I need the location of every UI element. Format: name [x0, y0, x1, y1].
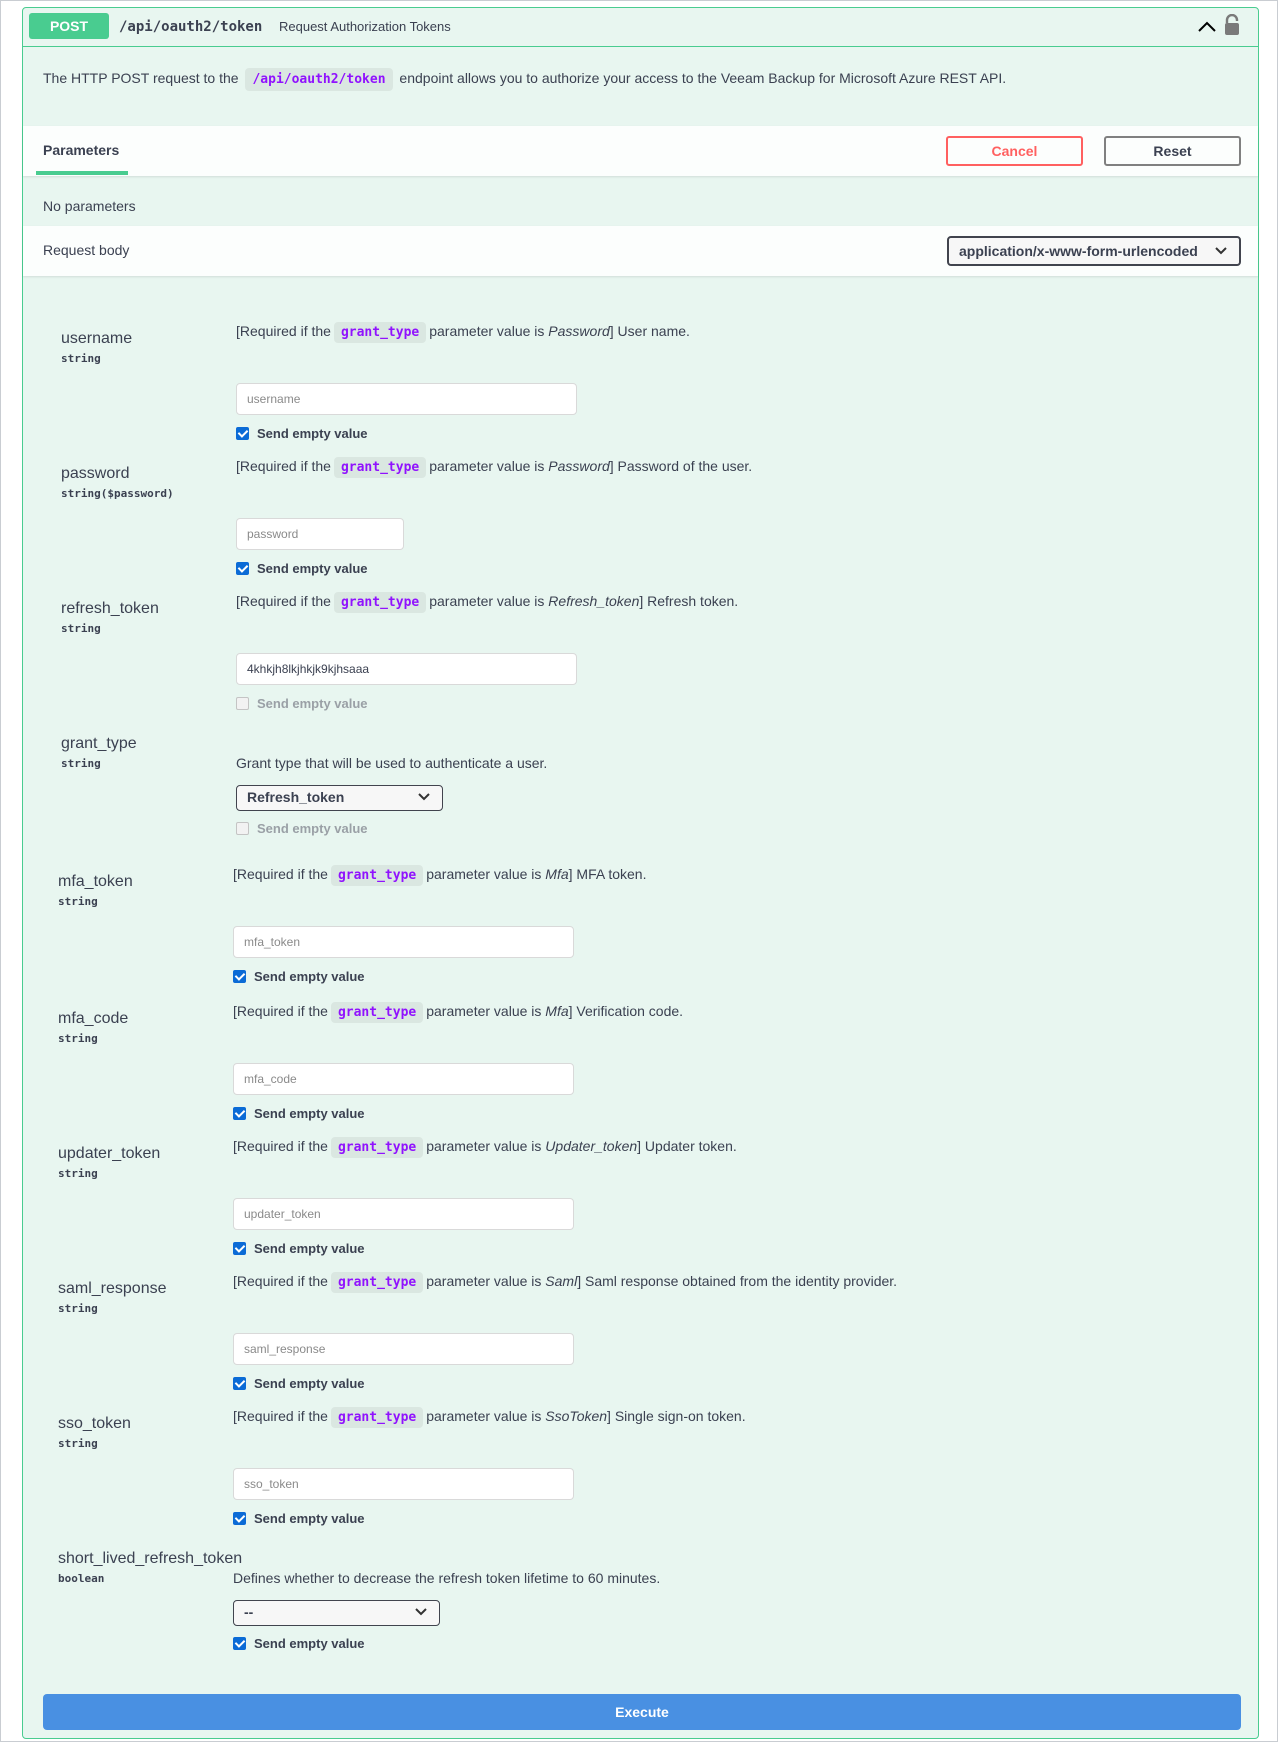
checkbox-icon[interactable] — [236, 697, 249, 710]
username-input[interactable] — [236, 383, 577, 415]
send-empty-value-checkbox[interactable]: Send empty value — [236, 696, 368, 711]
param-type: string — [61, 622, 101, 635]
password-input[interactable] — [236, 518, 404, 550]
param-type: string — [58, 1167, 98, 1180]
param-description: [Required if the grant_type parameter valu… — [233, 1407, 746, 1428]
checkbox-icon[interactable] — [233, 1377, 246, 1390]
grant-type-code: grant_type — [333, 592, 427, 613]
send-empty-value-checkbox[interactable]: Send empty value — [233, 1241, 365, 1256]
tab-parameters[interactable]: Parameters — [43, 142, 119, 158]
param-type: string — [58, 1302, 98, 1315]
send-empty-value-checkbox[interactable]: Send empty value — [236, 821, 368, 836]
param-description: [Required if the grant_type parameter valu… — [233, 1137, 737, 1158]
grant-type-select[interactable]: Refresh_token — [236, 785, 443, 811]
updater-token-input[interactable] — [233, 1198, 574, 1230]
param-name: updater_token — [58, 1145, 161, 1162]
param-description: [Required if the grant_type parameter valu… — [236, 592, 738, 613]
grant-type-code: grant_type — [330, 865, 424, 886]
grant-type-code: grant_type — [333, 322, 427, 343]
mfa-code-input[interactable] — [233, 1063, 574, 1095]
param-name: sso_token — [58, 1415, 131, 1432]
param-description: Grant type that will be used to authenti… — [236, 755, 548, 771]
operation-block: POST /api/oauth2/token Request Authoriza… — [22, 7, 1259, 1739]
parameters-header: Parameters Cancel Reset — [23, 126, 1258, 176]
tab-underline — [36, 171, 128, 175]
send-empty-value-checkbox[interactable]: Send empty value — [236, 561, 368, 576]
send-empty-value-checkbox[interactable]: Send empty value — [233, 1636, 365, 1651]
refresh-token-input[interactable] — [236, 653, 577, 685]
no-parameters-text: No parameters — [43, 198, 136, 214]
param-type: string — [61, 352, 101, 365]
param-name: saml_response — [58, 1280, 167, 1297]
param-description: [Required if the grant_type parameter valu… — [236, 457, 752, 478]
send-empty-value-checkbox[interactable]: Send empty value — [233, 1511, 365, 1526]
chevron-down-icon — [415, 1608, 427, 1616]
param-name: short_lived_refresh_token — [58, 1550, 243, 1567]
reset-button[interactable]: Reset — [1104, 136, 1241, 166]
grant-type-code: grant_type — [330, 1137, 424, 1158]
param-type: string — [58, 895, 98, 908]
param-name: password — [61, 465, 130, 482]
request-body-header: Request body application/x-www-form-urle… — [23, 226, 1258, 276]
param-type: string — [58, 1437, 98, 1450]
param-type: boolean — [58, 1572, 105, 1585]
checkbox-icon[interactable] — [233, 1242, 246, 1255]
short-lived-refresh-token-select[interactable]: -- — [233, 1600, 440, 1626]
param-description: [Required if the grant_type parameter valu… — [233, 865, 646, 886]
param-name: username — [61, 330, 133, 347]
param-name: grant_type — [61, 735, 137, 752]
param-row-short-lived-refresh-token: short_lived_refresh_tokenboolean Defines … — [23, 8, 1258, 1651]
checkbox-icon[interactable] — [233, 1512, 246, 1525]
param-description: [Required if the grant_type parameter valu… — [233, 1002, 683, 1023]
send-empty-value-checkbox[interactable]: Send empty value — [236, 426, 368, 441]
request-body-label: Request body — [43, 242, 130, 258]
cancel-button[interactable]: Cancel — [946, 136, 1083, 166]
checkbox-icon[interactable] — [233, 970, 246, 983]
param-name: mfa_token — [58, 873, 133, 890]
checkbox-icon[interactable] — [236, 562, 249, 575]
chevron-down-icon — [1215, 247, 1227, 255]
window-frame: POST /api/oauth2/token Request Authoriza… — [0, 0, 1278, 1742]
sso-token-input[interactable] — [233, 1468, 574, 1500]
chevron-down-icon — [418, 793, 430, 801]
send-empty-value-checkbox[interactable]: Send empty value — [233, 969, 365, 984]
checkbox-icon[interactable] — [233, 1107, 246, 1120]
content-type-select[interactable]: application/x-www-form-urlencoded — [947, 236, 1241, 266]
param-description: Defines whether to decrease the refresh … — [233, 1570, 661, 1586]
grant-type-code: grant_type — [330, 1407, 424, 1428]
send-empty-value-checkbox[interactable]: Send empty value — [233, 1106, 365, 1121]
mfa-token-input[interactable] — [233, 926, 574, 958]
grant-type-code: grant_type — [333, 457, 427, 478]
param-name: refresh_token — [61, 600, 159, 617]
saml-response-input[interactable] — [233, 1333, 574, 1365]
param-name: mfa_code — [58, 1010, 129, 1027]
param-type: string — [58, 1032, 98, 1045]
send-empty-value-checkbox[interactable]: Send empty value — [233, 1376, 365, 1391]
checkbox-icon[interactable] — [236, 822, 249, 835]
param-type: string($password) — [61, 487, 174, 500]
param-description: [Required if the grant_type parameter valu… — [236, 322, 690, 343]
grant-type-code: grant_type — [330, 1272, 424, 1293]
checkbox-icon[interactable] — [236, 427, 249, 440]
checkbox-icon[interactable] — [233, 1637, 246, 1650]
param-type: string — [61, 757, 101, 770]
grant-type-code: grant_type — [330, 1002, 424, 1023]
execute-button[interactable]: Execute — [43, 1694, 1241, 1730]
param-description: [Required if the grant_type parameter valu… — [233, 1272, 897, 1293]
